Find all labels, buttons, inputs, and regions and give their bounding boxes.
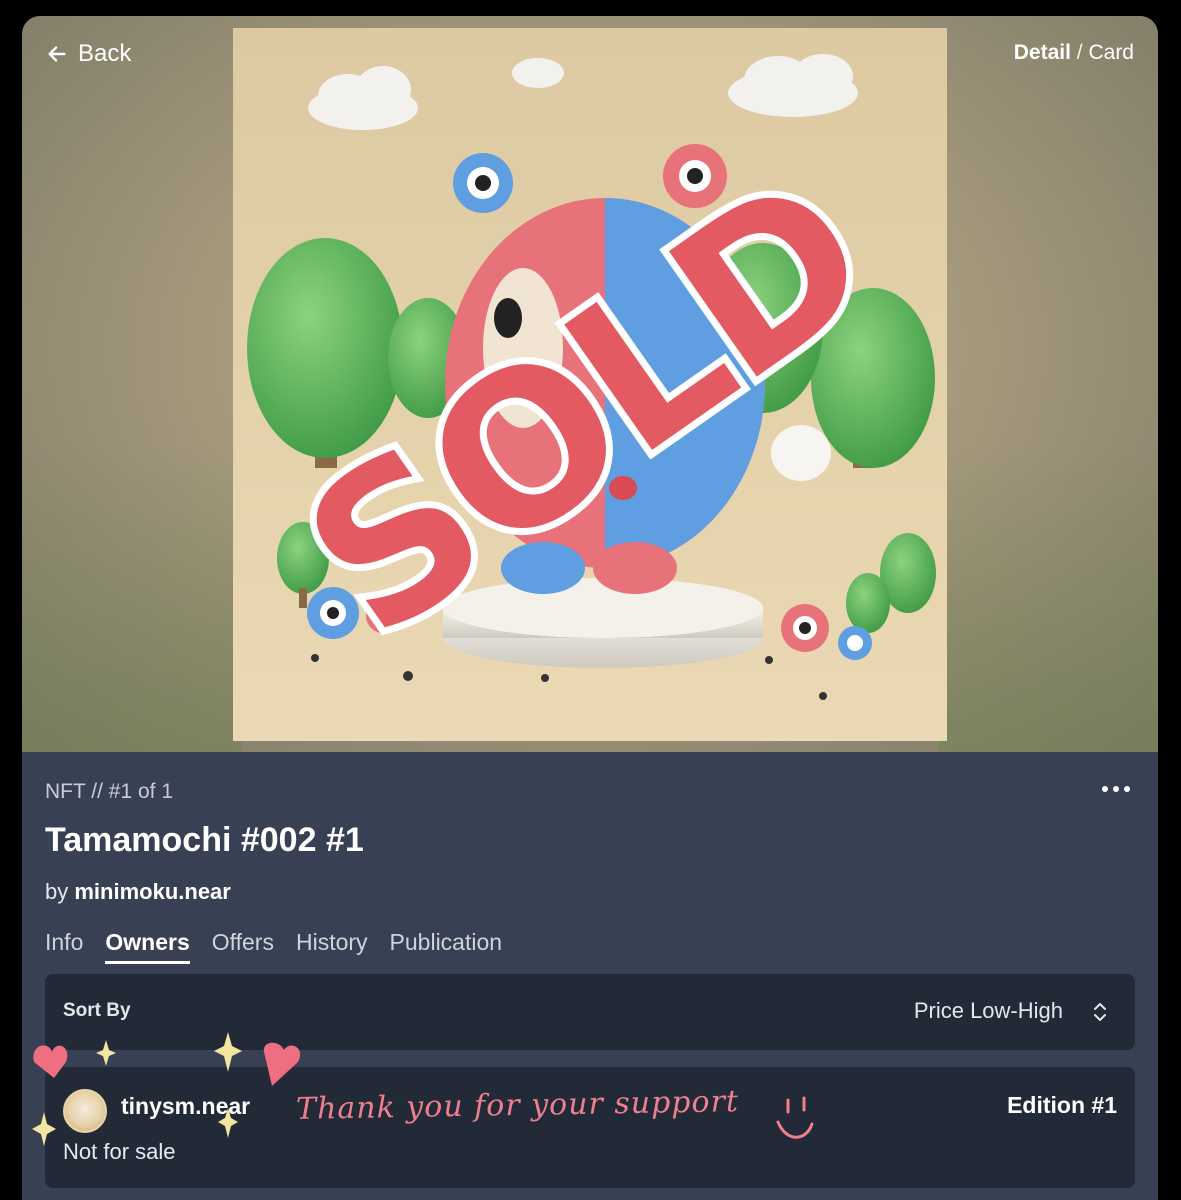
more-options-icon[interactable] xyxy=(1102,786,1132,796)
nft-detail-page: Back Detail / Card SOLD NFT // #1 of 1 T… xyxy=(22,16,1158,1200)
hero-section: Back Detail / Card SOLD xyxy=(22,16,1158,752)
view-card-toggle[interactable]: Card xyxy=(1088,41,1134,64)
by-prefix: by xyxy=(45,879,69,904)
nft-artwork: SOLD xyxy=(233,28,947,741)
hero-backdrop-left xyxy=(22,446,242,752)
sort-select[interactable]: Price Low-High xyxy=(914,998,1063,1024)
arrow-left-icon xyxy=(48,46,66,62)
owner-sale-status: Not for sale xyxy=(63,1139,176,1164)
back-label: Back xyxy=(78,40,132,67)
creator-link[interactable]: minimoku.near xyxy=(74,879,230,904)
tab-info[interactable]: Info xyxy=(45,929,83,964)
nft-breadcrumb: NFT // #1 of 1 xyxy=(45,780,173,803)
back-button[interactable]: Back xyxy=(46,40,131,68)
tab-history[interactable]: History xyxy=(296,929,368,964)
hero-backdrop-right xyxy=(938,446,1158,752)
nft-info-panel: NFT // #1 of 1 Tamamochi #002 #1 by mini… xyxy=(22,752,1158,1200)
tab-publication[interactable]: Publication xyxy=(390,929,503,964)
tab-owners[interactable]: Owners xyxy=(105,929,191,964)
nft-title: Tamamochi #002 #1 xyxy=(45,821,364,859)
tab-offers[interactable]: Offers xyxy=(212,929,274,964)
edition-number: Edition #1 xyxy=(1007,1092,1117,1118)
view-detail-toggle[interactable]: Detail xyxy=(1014,41,1071,64)
chevron-up-down-icon[interactable] xyxy=(1091,1002,1109,1022)
sort-label: Sort By xyxy=(63,1000,131,1021)
view-separator: / xyxy=(1076,41,1083,64)
owner-name[interactable]: tinysm.near xyxy=(121,1093,250,1120)
detail-tabs: Info Owners Offers History Publication xyxy=(45,929,502,964)
view-toggle: Detail / Card xyxy=(1014,41,1134,65)
avatar xyxy=(63,1089,107,1133)
sort-bar: Sort By Price Low-High xyxy=(45,974,1135,1050)
owner-row: tinysm.near Not for sale Edition #1 xyxy=(45,1067,1135,1188)
creator-byline: by minimoku.near xyxy=(45,879,231,905)
